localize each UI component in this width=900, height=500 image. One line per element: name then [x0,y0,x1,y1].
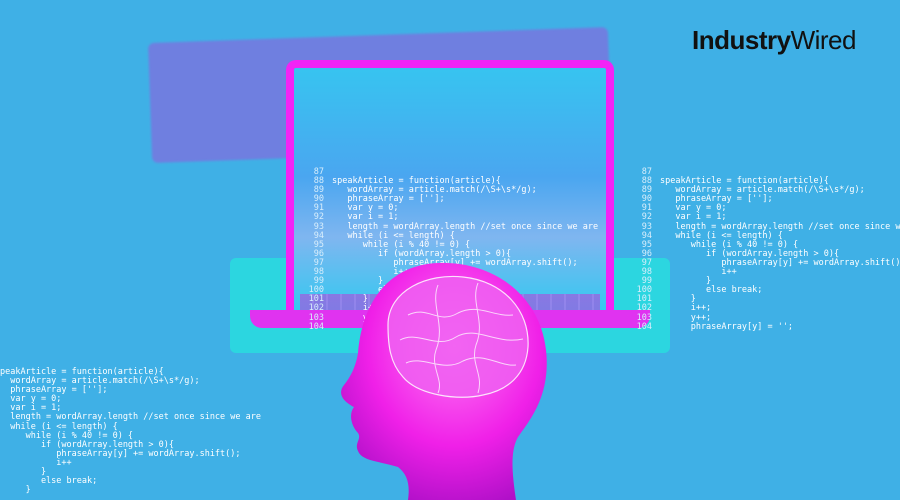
code-line: else break; [0,477,261,486]
code-text: } [0,485,31,496]
code-line: 104 phraseArray[y] = ''; [628,321,900,332]
human-head-brain-illustration [341,262,547,500]
brand-logo: IndustryWired [692,25,856,56]
code-line: } [0,486,261,495]
code-block-left: peakArticle = function(article){ wordArr… [0,367,261,495]
code-block-right: 87 88 speakArticle = function(article){89 … [628,167,900,332]
brand-logo-part2: Wired [790,25,857,55]
code-text: phraseArray[y] = ''; [660,321,794,332]
line-number: 104 [636,321,652,332]
brand-logo-part1: Industry [692,25,791,55]
